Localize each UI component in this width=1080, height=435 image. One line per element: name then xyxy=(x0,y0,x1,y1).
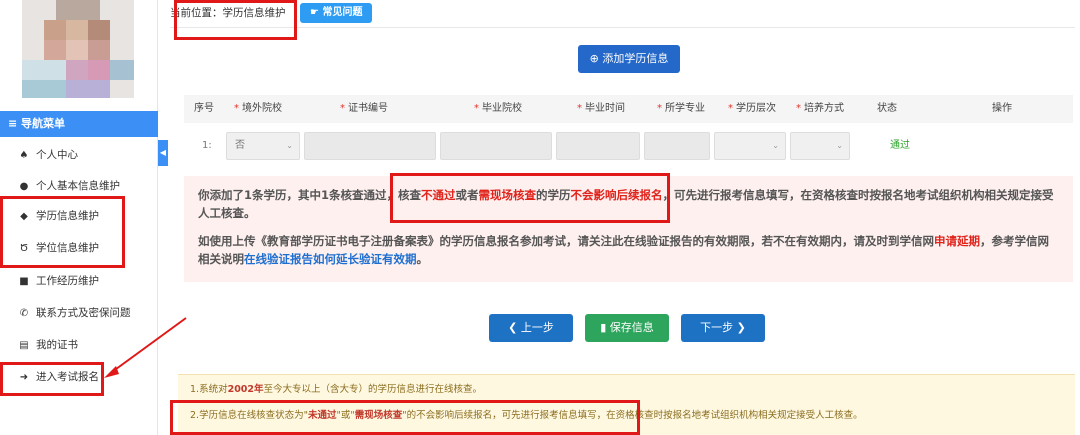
th-status: 状态 xyxy=(877,103,897,114)
breadcrumb: 当前位置：学历信息维护 xyxy=(170,7,286,19)
th-index: 序号 xyxy=(194,103,214,114)
chevron-left-icon: ❮ xyxy=(508,321,521,334)
nav-header: ≡ 导航菜单 xyxy=(0,111,158,137)
faq-icon: ☛ xyxy=(310,7,323,18)
apply-extension-link[interactable]: 申请延期 xyxy=(934,234,980,248)
sidebar-item-education[interactable]: ◆ 学历信息维护 xyxy=(0,201,158,231)
tip-2: 2.学历信息在线核查状态为"未通过"或"需现场核查"的不会影响后续报名，可先进行… xyxy=(190,410,863,421)
sidebar-item-basic-info[interactable]: ● 个人基本信息维护 xyxy=(0,171,158,201)
avatar xyxy=(22,0,134,98)
nav-header-label: 导航菜单 xyxy=(21,117,66,130)
sidebar-item-personal-center[interactable]: ♠ 个人中心 xyxy=(0,140,158,170)
add-education-button[interactable]: ⊕ 添加学历信息 xyxy=(578,45,680,73)
briefcase-icon: ■ xyxy=(19,276,29,287)
extend-validity-link[interactable]: 在线验证报告如何延长验证有效期 xyxy=(244,252,417,266)
chevron-down-icon: ⌄ xyxy=(772,141,779,150)
main-content: 当前位置：学历信息维护 ☛ 常见问题 ⊕ 添加学历信息 序号 * 境外院校 * 证书… xyxy=(170,0,1080,435)
school-input[interactable] xyxy=(440,132,552,160)
next-step-button[interactable]: 下一步 ❯ xyxy=(681,314,765,342)
sidebar-item-label: 学历信息维护 xyxy=(36,210,99,222)
user-icon: ● xyxy=(19,181,29,192)
phone-icon: ✆ xyxy=(19,308,29,319)
sidebar-item-label: 工作经历维护 xyxy=(36,275,99,287)
document-icon: ▮ xyxy=(600,321,610,334)
sidebar-item-certificates[interactable]: ▤ 我的证书 xyxy=(0,330,158,360)
plus-icon: ⊕ xyxy=(589,52,603,65)
sidebar-item-work-experience[interactable]: ■ 工作经历维护 xyxy=(0,266,158,296)
th-major: * 所学专业 xyxy=(657,103,705,114)
cert-number-input[interactable] xyxy=(304,132,436,160)
sidebar: ≡ 导航菜单 ♠ 个人中心 ● 个人基本信息维护 ◆ 学历信息维护 Ծ 学位信息维护 ■… xyxy=(0,0,158,435)
chevron-left-icon: ◀ xyxy=(159,148,167,157)
th-level: * 学历层次 xyxy=(728,103,776,114)
sidebar-collapse-button[interactable]: ◀ xyxy=(158,140,168,166)
row-index: 1: xyxy=(202,140,212,151)
tip-1: 1.系统对2002年至今大专以上（含大专）的学历信息进行在线核查。 xyxy=(190,384,483,395)
graduation-cap-icon: ◆ xyxy=(20,211,28,222)
major-input[interactable] xyxy=(644,132,710,160)
degree-icon: Ծ xyxy=(19,243,29,254)
th-cert-number: * 证书编号 xyxy=(340,103,388,114)
th-grad-time: * 毕业时间 xyxy=(577,103,625,114)
th-overseas: * 境外院校 xyxy=(234,103,282,114)
prev-step-button[interactable]: ❮ 上一步 xyxy=(489,314,573,342)
th-actions: 操作 xyxy=(992,103,1012,114)
sidebar-item-exam-registration[interactable]: ➜ 进入考试报名 xyxy=(0,362,158,392)
faq-button[interactable]: ☛ 常见问题 xyxy=(300,3,373,23)
study-mode-select[interactable]: ⌄ xyxy=(790,132,850,160)
sidebar-item-label: 联系方式及密保问题 xyxy=(36,307,131,319)
th-school: * 毕业院校 xyxy=(474,103,522,114)
notice-box: 你添加了1条学历，其中1条核查通过，核查不通过或者需现场核查的学历不会影响后续报… xyxy=(184,176,1073,282)
home-icon: ♠ xyxy=(19,150,29,161)
save-button[interactable]: ▮ 保存信息 xyxy=(585,314,669,342)
tips-box: 1.系统对2002年至今大专以上（含大专）的学历信息进行在线核查。 2.学历信息… xyxy=(178,374,1075,435)
sidebar-item-label: 学位信息维护 xyxy=(36,242,99,254)
status-badge: 通过 xyxy=(890,140,910,151)
faq-button-label: 常见问题 xyxy=(322,7,363,18)
table-row: 1: 否 ⌄ ⌄ ⌄ 通过 xyxy=(184,130,1073,162)
divider xyxy=(170,27,1075,28)
certificate-icon: ▤ xyxy=(19,340,29,351)
chevron-right-icon: ❯ xyxy=(733,321,746,334)
sidebar-item-contact[interactable]: ✆ 联系方式及密保问题 xyxy=(0,298,158,328)
add-education-label: 添加学历信息 xyxy=(602,52,669,65)
arrow-circle-icon: ➜ xyxy=(19,372,29,383)
sidebar-item-label: 进入考试报名 xyxy=(36,371,99,383)
overseas-select[interactable]: 否 ⌄ xyxy=(226,132,300,160)
grad-time-input[interactable] xyxy=(556,132,640,160)
table-header: 序号 * 境外院校 * 证书编号 * 毕业院校 * 毕业时间 * 所学专业 * 学历层次 *… xyxy=(184,95,1073,123)
sidebar-item-degree[interactable]: Ծ 学位信息维护 xyxy=(0,233,158,263)
sidebar-item-label: 我的证书 xyxy=(36,339,78,351)
th-study-mode: * 培养方式 xyxy=(796,103,844,114)
sidebar-item-label: 个人基本信息维护 xyxy=(36,180,120,192)
notice-paragraph-1: 你添加了1条学历，其中1条核查通过，核查不通过或者需现场核查的学历不会影响后续报… xyxy=(198,188,1054,220)
level-select[interactable]: ⌄ xyxy=(714,132,786,160)
notice-paragraph-2: 如使用上传《教育部学历证书电子注册备案表》的学历信息报名参加考试，请关注此在线验… xyxy=(198,234,1049,266)
chevron-down-icon: ⌄ xyxy=(286,141,293,150)
sidebar-item-label: 个人中心 xyxy=(36,149,78,161)
chevron-down-icon: ⌄ xyxy=(836,141,843,150)
